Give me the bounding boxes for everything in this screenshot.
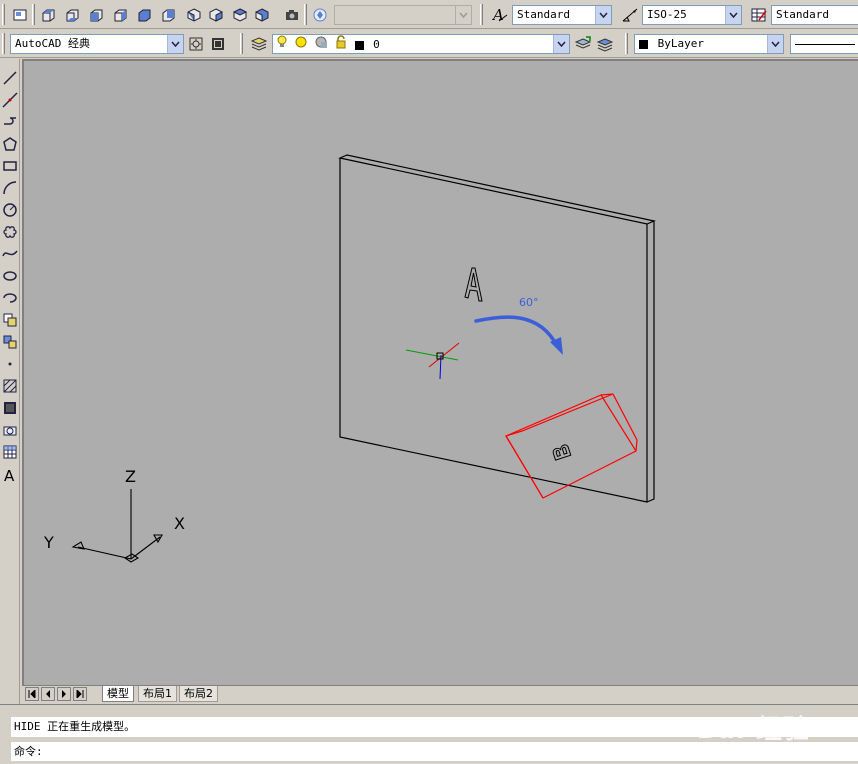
linetype-select[interactable] xyxy=(790,34,858,54)
lock-icon[interactable] xyxy=(335,35,347,53)
toolbar-grip[interactable] xyxy=(32,4,35,25)
ellipse-arc-icon[interactable] xyxy=(0,288,20,308)
drawing-viewport[interactable]: A 60° B xyxy=(22,59,858,685)
color-swatch xyxy=(639,39,648,49)
dim-style-icon[interactable] xyxy=(620,5,639,24)
baidu-watermark-url: jingyan.baidu.com xyxy=(700,749,802,762)
tab-layout1[interactable]: 布局1 xyxy=(138,686,177,702)
chevron-down-icon[interactable] xyxy=(455,6,471,24)
chevron-down-icon[interactable] xyxy=(167,35,183,53)
view-combo[interactable] xyxy=(334,5,472,25)
layout-tab-bar: 模型 布局1 布局2 xyxy=(22,685,858,702)
rectangle-icon[interactable] xyxy=(0,156,20,176)
insert-block-icon[interactable] xyxy=(0,310,20,330)
draw-toolbar: A xyxy=(0,59,20,704)
ucs-x-label: X xyxy=(174,514,185,533)
next-tab-button[interactable] xyxy=(57,687,71,701)
spline-icon[interactable] xyxy=(0,244,20,264)
tab-layout2[interactable]: 布局2 xyxy=(179,686,218,702)
first-tab-button[interactable] xyxy=(25,687,39,701)
se-iso-view-icon[interactable] xyxy=(206,5,225,24)
back-view-icon[interactable] xyxy=(158,5,177,24)
arc-icon[interactable] xyxy=(0,178,20,198)
box-b-shape[interactable] xyxy=(505,393,638,499)
chevron-down-icon[interactable] xyxy=(553,35,569,53)
ucs-axes-icon xyxy=(71,489,163,563)
polyline-icon[interactable] xyxy=(0,112,20,132)
table-icon[interactable] xyxy=(0,442,20,462)
right-view-icon[interactable] xyxy=(110,5,129,24)
front-view-icon[interactable] xyxy=(134,5,153,24)
ellipse-icon[interactable] xyxy=(0,266,20,286)
top-view-icon[interactable] xyxy=(38,5,57,24)
layer-select[interactable]: 0 xyxy=(272,34,570,54)
toolbar-grip[interactable] xyxy=(2,4,5,25)
layer-color-swatch xyxy=(354,40,364,50)
label-b-outline xyxy=(552,444,572,461)
multiline-text-icon[interactable]: A xyxy=(0,465,20,485)
ucs-z-label: Z xyxy=(125,467,136,486)
region-icon[interactable] xyxy=(0,420,20,440)
text-style-icon[interactable]: A xyxy=(490,5,509,24)
prev-tab-button[interactable] xyxy=(41,687,55,701)
command-window: HIDE 正在重生成模型。 命令: Bai 经验 jingyan.baidu.c… xyxy=(0,704,858,764)
layer-previous-icon[interactable] xyxy=(595,34,614,53)
layer-on-icon[interactable] xyxy=(277,35,287,53)
toolbar-grip[interactable] xyxy=(304,4,307,25)
tab-model[interactable]: 模型 xyxy=(102,686,134,702)
make-current-layer-icon[interactable] xyxy=(573,34,592,53)
table-style-icon[interactable] xyxy=(749,5,768,24)
camera-icon[interactable] xyxy=(282,5,301,24)
toolbar-row-2: AutoCAD 经典 0 ByLayer xyxy=(0,29,858,58)
dim-style-select[interactable]: ISO-25 xyxy=(642,5,742,25)
chevron-down-icon[interactable] xyxy=(725,6,741,24)
ucs-y-label: Y xyxy=(43,533,54,552)
layer-thaw-icon[interactable] xyxy=(294,35,308,53)
workspace-select[interactable]: AutoCAD 经典 xyxy=(10,34,184,54)
toolbar-grip[interactable] xyxy=(240,33,243,54)
baidu-watermark: Bai 经验 xyxy=(696,715,810,745)
gradient-icon[interactable] xyxy=(0,398,20,418)
circle-icon[interactable] xyxy=(0,200,20,220)
rotation-arrow xyxy=(474,315,563,355)
bottom-view-icon[interactable] xyxy=(62,5,81,24)
table-style-select[interactable]: Standard xyxy=(771,5,858,25)
last-tab-button[interactable] xyxy=(73,687,87,701)
make-block-icon[interactable] xyxy=(0,332,20,352)
left-view-icon[interactable] xyxy=(86,5,105,24)
svg-text:A: A xyxy=(4,467,15,483)
layer-manager-icon[interactable] xyxy=(249,34,268,53)
plate-shape[interactable] xyxy=(338,154,656,503)
linetype-sample xyxy=(795,43,855,45)
angle-label: 60° xyxy=(519,296,539,309)
polygon-icon[interactable] xyxy=(0,134,20,154)
toolbar-grip[interactable] xyxy=(625,33,628,54)
workspace-settings-icon[interactable] xyxy=(186,34,205,53)
point-icon[interactable] xyxy=(0,354,20,374)
construction-line-icon[interactable] xyxy=(0,90,20,110)
hatch-icon[interactable] xyxy=(0,376,20,396)
chevron-down-icon[interactable] xyxy=(767,35,783,53)
toolbar-grip[interactable] xyxy=(480,4,483,25)
color-select[interactable]: ByLayer xyxy=(634,34,784,54)
label-a-outline xyxy=(464,267,483,302)
save-workspace-icon[interactable] xyxy=(208,34,227,53)
nw-iso-view-icon[interactable] xyxy=(252,5,271,24)
named-views-icon[interactable] xyxy=(10,5,29,24)
line-icon[interactable] xyxy=(0,68,20,88)
origin-marker xyxy=(405,342,460,380)
chevron-down-icon[interactable] xyxy=(595,6,611,24)
toolbar-row-1: A Standard ISO-25 Standard xyxy=(0,0,858,29)
ne-iso-view-icon[interactable] xyxy=(230,5,249,24)
svg-text:A: A xyxy=(491,6,504,24)
ucs-icon[interactable] xyxy=(310,5,329,24)
text-style-select[interactable]: Standard xyxy=(512,5,612,25)
toolbar-grip[interactable] xyxy=(2,33,5,54)
layer-vp-icon[interactable] xyxy=(314,35,328,53)
sw-iso-view-icon[interactable] xyxy=(184,5,203,24)
layer-name: 0 xyxy=(373,38,380,51)
revision-cloud-icon[interactable] xyxy=(0,222,20,242)
